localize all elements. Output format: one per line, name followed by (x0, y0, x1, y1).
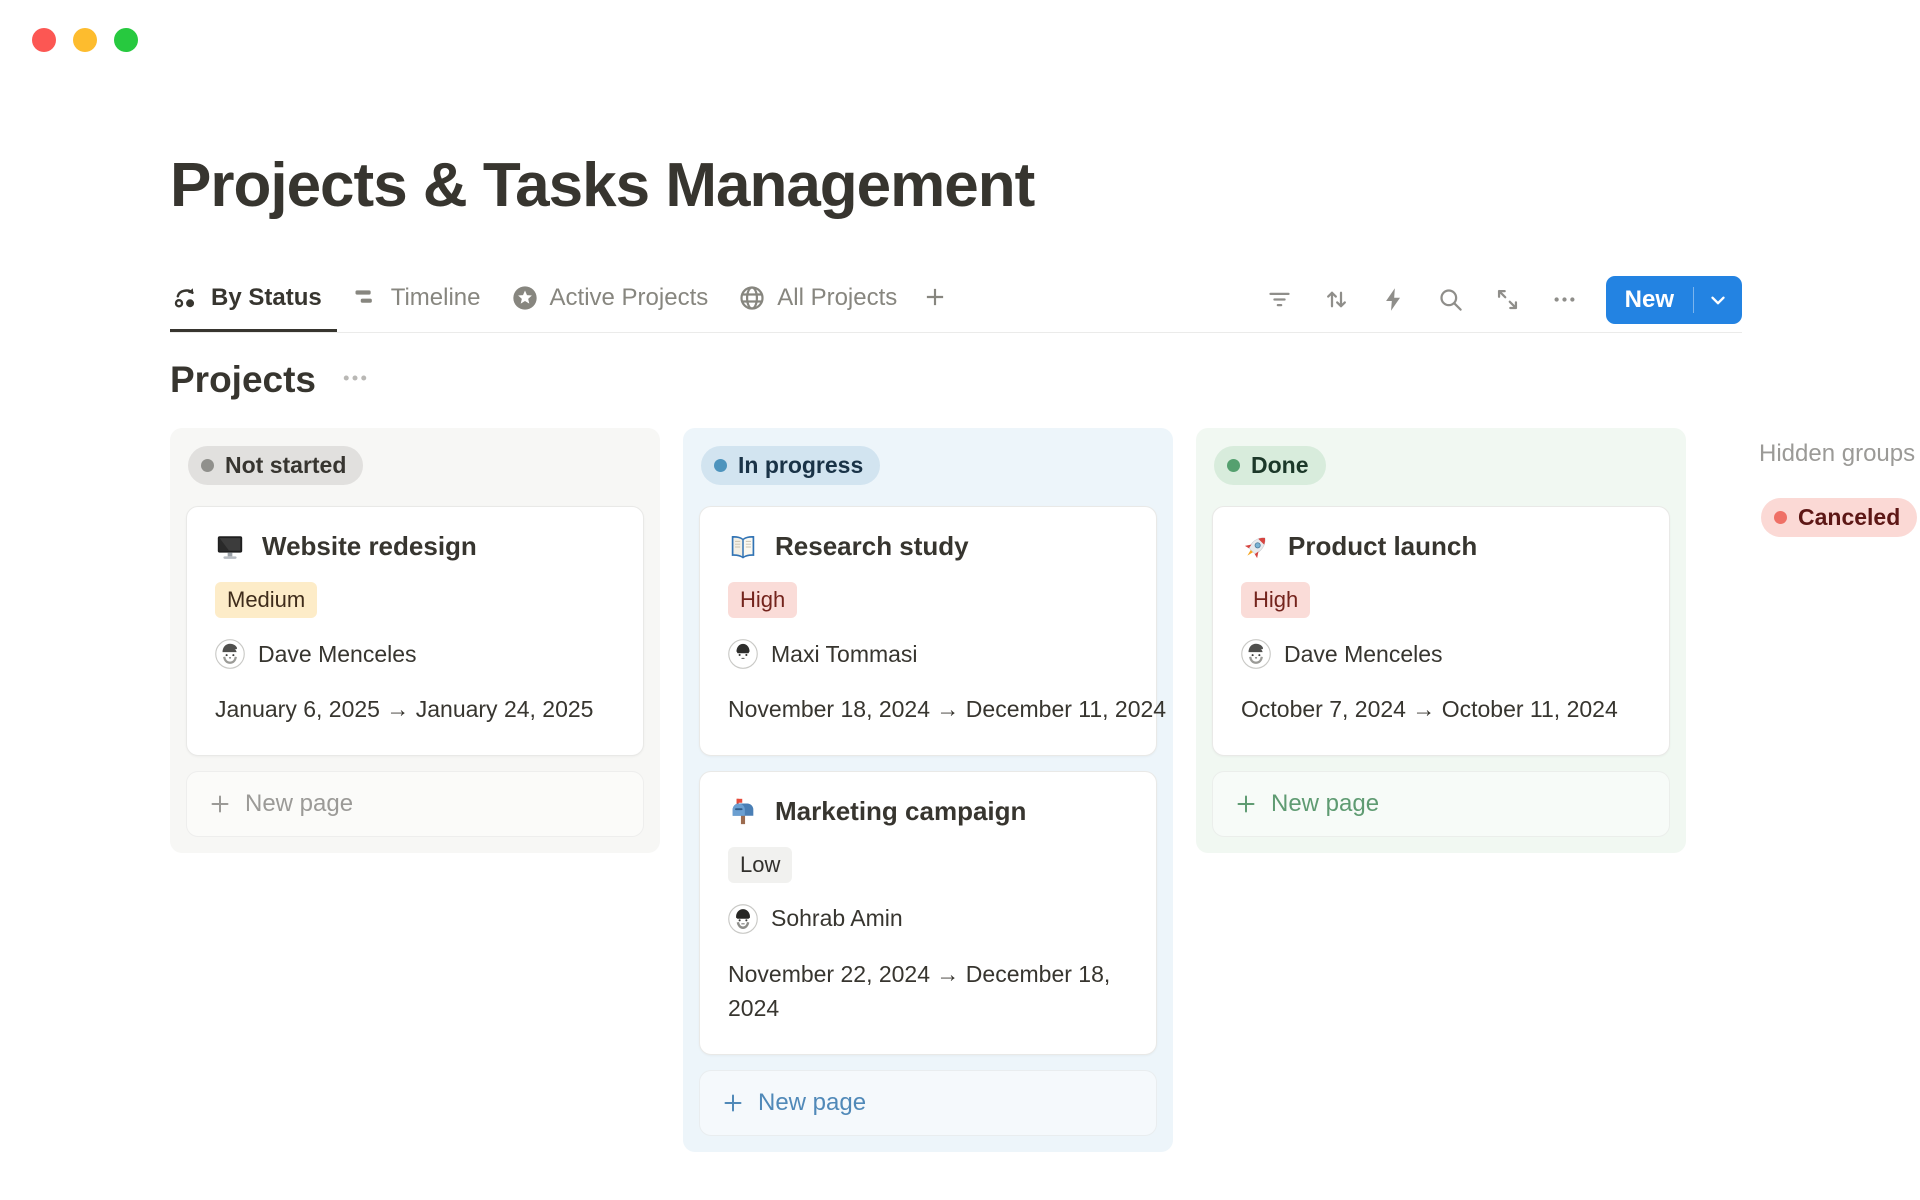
status-dot (201, 459, 214, 472)
tab-timeline[interactable]: Timeline (337, 267, 496, 332)
group-label: Canceled (1798, 504, 1900, 531)
status-dot (1774, 511, 1787, 524)
zoom-window-button[interactable] (114, 28, 138, 52)
section-title: Projects (170, 359, 316, 401)
more-icon[interactable] (1551, 286, 1578, 313)
star-circle-icon (511, 284, 539, 312)
tabbar-spacer (958, 267, 1265, 332)
tab-label: Timeline (391, 284, 481, 312)
new-page-label: New page (245, 790, 353, 818)
tab-label: By Status (211, 284, 322, 312)
card-title: Product launch (1288, 531, 1477, 562)
card-marketing-campaign[interactable]: Marketing campaign Low Soh (699, 771, 1157, 1055)
avatar (728, 639, 758, 669)
automation-icon[interactable] (1380, 286, 1407, 313)
globe-icon (738, 284, 766, 312)
card-website-redesign[interactable]: Website redesign Medium Da (186, 506, 644, 756)
kanban-board: Not started Website redesign (170, 428, 1920, 1152)
date-range: January 6, 2025 → January 24, 2025 (215, 692, 619, 727)
avatar (1241, 639, 1271, 669)
search-icon[interactable] (1437, 286, 1464, 313)
status-dot (1227, 459, 1240, 472)
filter-icon[interactable] (1266, 286, 1293, 313)
chevron-down-icon[interactable] (1694, 289, 1742, 311)
priority-badge: Low (728, 847, 792, 883)
group-label: In progress (738, 452, 863, 479)
assignee-name: Dave Menceles (1284, 641, 1443, 668)
assignee-name: Sohrab Amin (771, 905, 903, 932)
tab-label: All Projects (777, 284, 897, 312)
section-more-icon[interactable] (340, 363, 370, 398)
tab-active-projects[interactable]: Active Projects (496, 267, 724, 332)
close-window-button[interactable] (32, 28, 56, 52)
avatar (215, 639, 245, 669)
mailbox-emoji (728, 796, 758, 826)
assignee-name: Maxi Tommasi (771, 641, 918, 668)
group-pill-not-started[interactable]: Not started (188, 446, 363, 485)
assignee-name: Dave Menceles (258, 641, 417, 668)
priority-badge: High (1241, 582, 1310, 618)
new-page-button[interactable]: New page (186, 771, 644, 837)
new-button[interactable]: New (1606, 276, 1742, 324)
priority-badge: High (728, 582, 797, 618)
open-book-emoji (728, 532, 758, 562)
avatar (728, 904, 758, 934)
view-toolbar (1266, 267, 1578, 332)
plus-icon (208, 792, 232, 816)
group-pill-canceled[interactable]: Canceled (1761, 498, 1917, 537)
plus-icon (922, 284, 948, 315)
card-title: Research study (775, 531, 969, 562)
desktop-computer-emoji (215, 532, 245, 562)
new-page-button[interactable]: New page (699, 1070, 1157, 1136)
page-content: Projects & Tasks Management By Status (170, 150, 1920, 1152)
group-label: Not started (225, 452, 346, 479)
plus-icon (721, 1091, 745, 1115)
hidden-groups-rail: Hidden groups Canceled (1759, 428, 1917, 543)
new-page-label: New page (758, 1089, 866, 1117)
hidden-groups-label: Hidden groups (1759, 440, 1917, 468)
new-page-label: New page (1271, 790, 1379, 818)
new-button-label[interactable]: New (1606, 286, 1693, 314)
column-in-progress: In progress Research study High (683, 428, 1173, 1152)
page-title: Projects & Tasks Management (170, 150, 1920, 221)
card-research-study[interactable]: Research study High Maxi Tommasi (699, 506, 1157, 756)
date-range: November 18, 2024 → December 11, 2024 (728, 692, 1132, 727)
rocket-emoji (1241, 532, 1271, 562)
tab-all-projects[interactable]: All Projects (723, 267, 912, 332)
group-pill-in-progress[interactable]: In progress (701, 446, 880, 485)
status-icon (172, 284, 200, 312)
date-range: October 7, 2024 → October 11, 2024 (1241, 692, 1645, 727)
card-product-launch[interactable]: Product launch High Dave M (1212, 506, 1670, 756)
plus-icon (1234, 792, 1258, 816)
column-not-started: Not started Website redesign (170, 428, 660, 853)
status-dot (714, 459, 727, 472)
date-range: November 22, 2024 → December 18, 2024 (728, 957, 1118, 1026)
timeline-icon (352, 284, 380, 312)
card-title: Website redesign (262, 531, 477, 562)
tab-label: Active Projects (550, 284, 709, 312)
add-view-button[interactable] (912, 267, 958, 332)
group-pill-done[interactable]: Done (1214, 446, 1326, 485)
tab-by-status[interactable]: By Status (170, 267, 337, 332)
group-label: Done (1251, 452, 1309, 479)
minimize-window-button[interactable] (73, 28, 97, 52)
sort-icon[interactable] (1323, 286, 1350, 313)
window-controls (32, 28, 138, 52)
new-page-button[interactable]: New page (1212, 771, 1670, 837)
column-done: Done (1196, 428, 1686, 853)
expand-icon[interactable] (1494, 286, 1521, 313)
view-tab-bar: By Status Timeline Active Projects (170, 267, 1742, 333)
section-header: Projects (170, 354, 1920, 406)
card-title: Marketing campaign (775, 796, 1026, 827)
priority-badge: Medium (215, 582, 317, 618)
